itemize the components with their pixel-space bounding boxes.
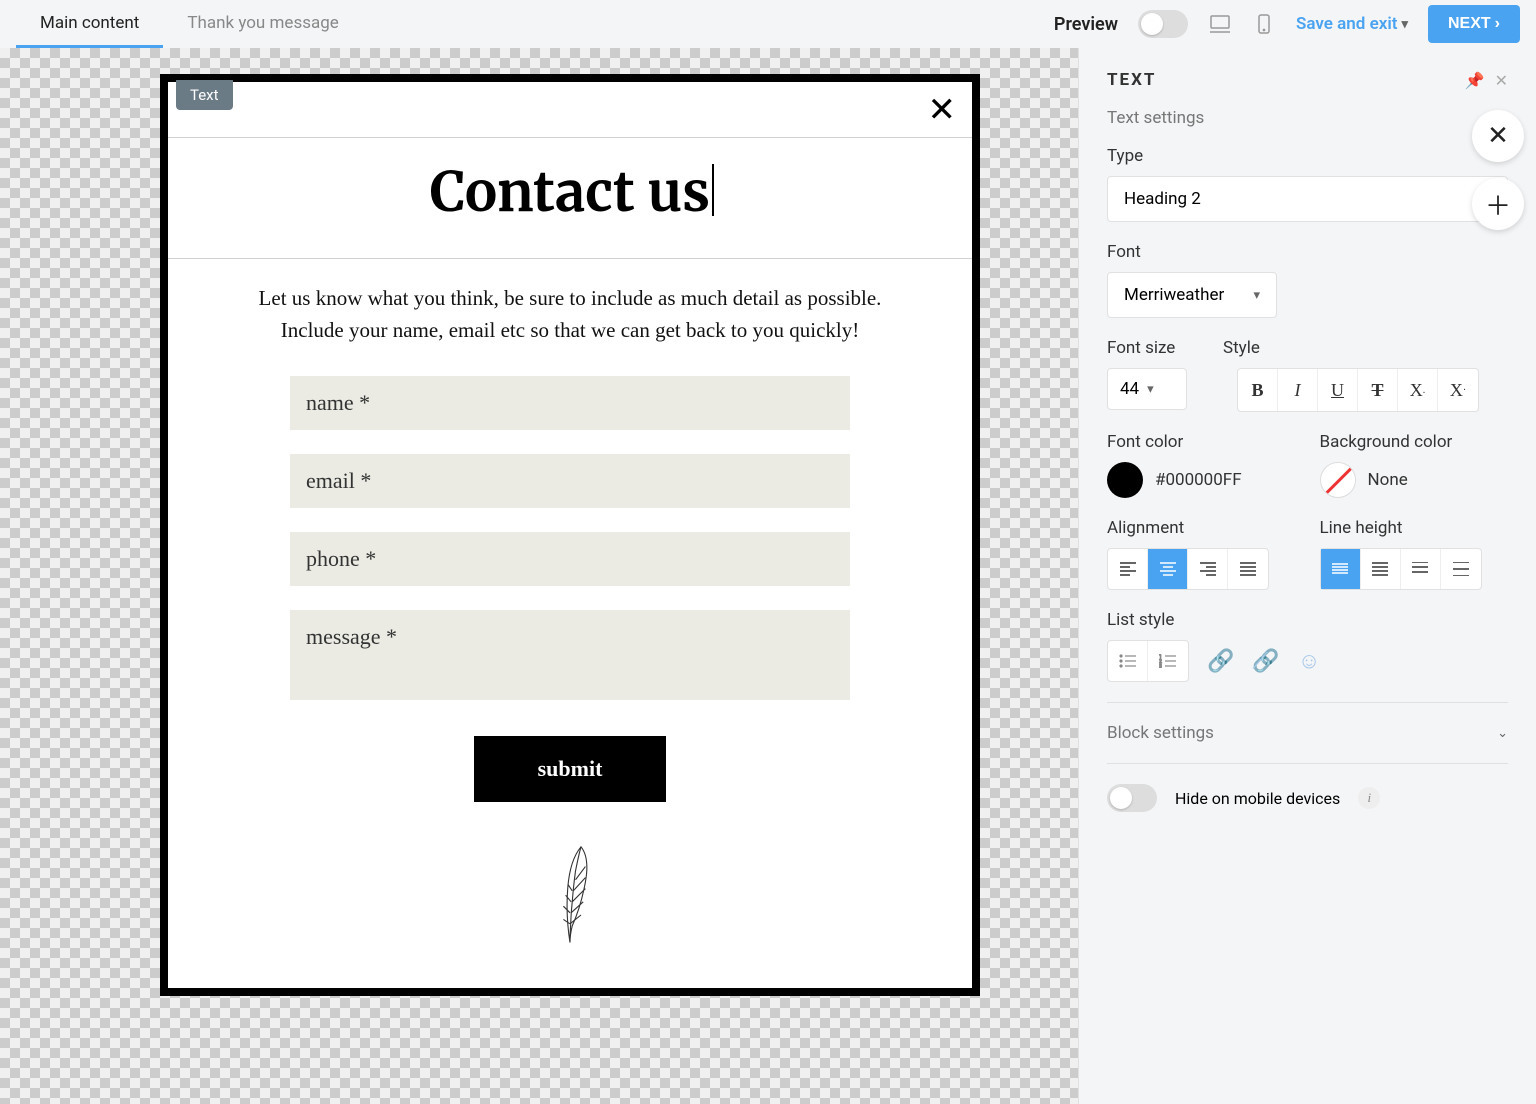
svg-text:3: 3 [1159, 664, 1162, 668]
chevron-right-icon: › [1495, 15, 1500, 33]
font-color-value: #000000FF [1155, 470, 1242, 490]
link-icon[interactable]: 🔗 [1207, 649, 1234, 674]
align-center-button[interactable] [1148, 549, 1188, 589]
alignment-label: Alignment [1107, 518, 1296, 538]
email-field[interactable]: email * [290, 454, 850, 508]
bold-button[interactable]: B [1238, 369, 1278, 411]
tab-main-content[interactable]: Main content [16, 1, 163, 48]
emoji-icon[interactable]: ☺ [1298, 648, 1320, 674]
text-settings-section[interactable]: Text settings ⌃ [1107, 108, 1508, 128]
bg-color-label: Background color [1320, 432, 1509, 452]
chevron-down-icon: ▾ [1147, 382, 1154, 397]
line-height-label: Line height [1320, 518, 1509, 538]
pin-icon[interactable]: 📌 [1465, 71, 1485, 90]
font-size-select[interactable]: 44 ▾ [1107, 368, 1187, 410]
text-style-buttons: B I U T X. X· [1237, 368, 1479, 412]
subscript-button[interactable]: X. [1398, 369, 1438, 411]
align-justify-button[interactable] [1228, 549, 1268, 589]
next-label: NEXT [1448, 15, 1491, 33]
panel-header: TEXT 📌 ✕ [1107, 70, 1508, 90]
type-label: Type [1107, 146, 1508, 166]
font-label: Font [1107, 242, 1508, 262]
preview-label: Preview [1054, 14, 1118, 35]
popup-title: Contact us [430, 158, 710, 226]
bg-color-swatch [1320, 462, 1356, 498]
superscript-button[interactable]: X· [1438, 369, 1478, 411]
block-settings-section[interactable]: Block settings ⌄ [1107, 723, 1508, 743]
chevron-down-icon: ▾ [1253, 288, 1260, 303]
alignment-buttons [1107, 548, 1269, 590]
bg-color-value: None [1368, 470, 1408, 490]
content-tabs: Main content Thank you message [16, 1, 363, 48]
panel-title: TEXT [1107, 70, 1156, 90]
type-select[interactable]: Heading 2 ▾ [1107, 176, 1508, 222]
line-height-1-button[interactable] [1321, 549, 1361, 589]
font-color-swatch [1107, 462, 1143, 498]
font-color-picker[interactable]: #000000FF [1107, 462, 1296, 498]
add-block-button[interactable]: ＋ [1472, 178, 1524, 230]
canvas-area: Text ✕ Contact us Let us know what you t… [0, 48, 1078, 1104]
hide-mobile-row: Hide on mobile devices i [1107, 784, 1508, 812]
floating-actions: ✕ ＋ [1472, 110, 1524, 230]
form-fields: name * email * phone * message * [232, 376, 908, 700]
close-icon[interactable]: ✕ [928, 90, 957, 130]
panel-header-icons: 📌 ✕ [1465, 71, 1508, 90]
popup-body: Let us know what you think, be sure to i… [168, 259, 972, 988]
chevron-down-icon: ⌄ [1497, 726, 1508, 741]
text-settings-label: Text settings [1107, 108, 1204, 128]
preview-toggle[interactable] [1138, 10, 1188, 38]
main-layout: Text ✕ Contact us Let us know what you t… [0, 48, 1536, 1104]
font-value: Merriweather [1124, 285, 1224, 305]
hide-mobile-toggle[interactable] [1107, 784, 1157, 812]
phone-field[interactable]: phone * [290, 532, 850, 586]
line-height-3-button[interactable] [1401, 549, 1441, 589]
close-editor-button[interactable]: ✕ [1472, 110, 1524, 162]
align-left-button[interactable] [1108, 549, 1148, 589]
block-settings-label: Block settings [1107, 723, 1214, 743]
chevron-down-icon: ▾ [1401, 17, 1408, 32]
message-field[interactable]: message * [290, 610, 850, 700]
info-icon[interactable]: i [1358, 787, 1380, 809]
font-color-label: Font color [1107, 432, 1296, 452]
topbar-actions: Preview Save and exit ▾ NEXT › [1054, 5, 1520, 43]
desktop-icon[interactable] [1208, 12, 1232, 36]
close-panel-icon[interactable]: ✕ [1495, 71, 1508, 90]
font-size-value: 44 [1120, 379, 1139, 399]
save-label: Save and exit [1296, 14, 1397, 34]
divider [1107, 702, 1508, 703]
title-text-block[interactable]: Contact us [168, 138, 972, 259]
submit-button[interactable]: submit [474, 736, 667, 802]
block-type-badge[interactable]: Text [176, 80, 233, 110]
name-field[interactable]: name * [290, 376, 850, 430]
line-height-2-button[interactable] [1361, 549, 1401, 589]
divider [1107, 763, 1508, 764]
popup-header: Text ✕ [168, 82, 972, 138]
mobile-icon[interactable] [1252, 12, 1276, 36]
hide-mobile-label: Hide on mobile devices [1175, 789, 1340, 808]
popup-preview: Text ✕ Contact us Let us know what you t… [160, 74, 980, 996]
line-height-buttons [1320, 548, 1482, 590]
align-right-button[interactable] [1188, 549, 1228, 589]
feather-image[interactable] [232, 838, 908, 948]
style-label: Style [1223, 338, 1479, 358]
type-value: Heading 2 [1124, 189, 1201, 209]
save-and-exit-link[interactable]: Save and exit ▾ [1296, 14, 1408, 34]
tab-thank-you[interactable]: Thank you message [163, 1, 362, 48]
underline-button[interactable]: U [1318, 369, 1358, 411]
list-style-controls: 123 🔗 🔗⟋ ☺ [1107, 640, 1508, 682]
next-button[interactable]: NEXT › [1428, 5, 1520, 43]
line-height-4-button[interactable] [1441, 549, 1481, 589]
bg-color-picker[interactable]: None [1320, 462, 1509, 498]
topbar: Main content Thank you message Preview S… [0, 0, 1536, 48]
bullet-list-button[interactable] [1108, 641, 1148, 681]
italic-button[interactable]: I [1278, 369, 1318, 411]
numbered-list-button[interactable]: 123 [1148, 641, 1188, 681]
popup-description[interactable]: Let us know what you think, be sure to i… [232, 283, 908, 346]
font-size-label: Font size [1107, 338, 1187, 358]
strikethrough-button[interactable]: T [1358, 369, 1398, 411]
unlink-icon[interactable]: 🔗⟋ [1252, 649, 1279, 674]
properties-panel: TEXT 📌 ✕ Text settings ⌃ Type Heading 2 … [1078, 48, 1536, 1104]
font-select[interactable]: Merriweather ▾ [1107, 272, 1277, 318]
list-style-label: List style [1107, 610, 1508, 630]
